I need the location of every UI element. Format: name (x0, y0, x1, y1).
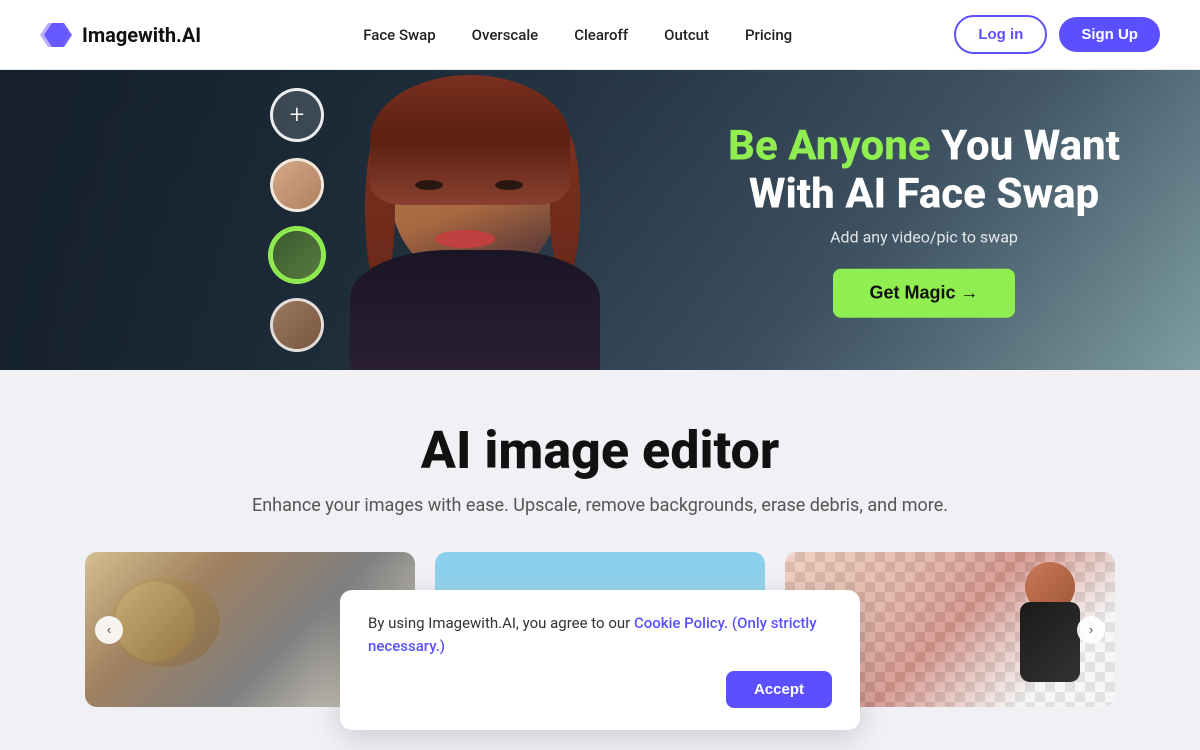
hero-content: Be Anyone You Want With AI Face Swap Add… (728, 123, 1120, 318)
card-next-person[interactable]: › (1077, 616, 1105, 644)
hero-lips (435, 230, 495, 248)
hero-cta-button[interactable]: Get Magic → (833, 268, 1014, 317)
brand-name: Imagewith.AI (82, 23, 201, 47)
hero-headline-line2: With AI Face Swap (749, 170, 1099, 219)
hero-woman-area (310, 70, 640, 370)
cookie-banner: By using Imagewith.AI, you agree to our … (340, 590, 860, 730)
hero-eye-left (415, 180, 443, 190)
nav-clearoff[interactable]: Clearoff (574, 26, 628, 44)
cookie-text: By using Imagewith.AI, you agree to our … (368, 612, 832, 657)
cookie-actions: Accept (368, 671, 832, 708)
avatar-3[interactable] (270, 298, 324, 352)
nav-overscale[interactable]: Overscale (472, 26, 539, 44)
nav-outcut[interactable]: Outcut (664, 26, 709, 44)
logo-icon (40, 19, 72, 51)
cookie-message: By using Imagewith.AI, you agree to our (368, 614, 634, 632)
section-subtitle: Enhance your images with ease. Upscale, … (250, 495, 950, 516)
hero-headline-highlight: Be Anyone (728, 122, 931, 171)
hero-body (350, 250, 600, 370)
hero-headline: Be Anyone You Want With AI Face Swap (728, 123, 1120, 220)
card-prev-lion[interactable]: ‹ (95, 616, 123, 644)
section-title: AI image editor (40, 420, 1160, 481)
nav-pricing[interactable]: Pricing (745, 26, 792, 44)
avatar-2[interactable] (270, 228, 324, 282)
avatar-1[interactable] (270, 158, 324, 212)
hero-hair-top (370, 75, 570, 205)
login-button[interactable]: Log in (954, 15, 1047, 54)
hero-headline-rest: You Want (931, 122, 1120, 171)
add-face-button[interactable]: + (270, 88, 324, 142)
hero-subtext: Add any video/pic to swap (728, 227, 1120, 246)
logo[interactable]: Imagewith.AI (40, 19, 201, 51)
cookie-accept-button[interactable]: Accept (726, 671, 832, 708)
avatar-panel: + (270, 70, 324, 370)
nav-buttons: Log in Sign Up (954, 15, 1160, 54)
nav-links: Face Swap Overscale Clearoff Outcut Pric… (363, 26, 792, 44)
hero-eye-right (495, 180, 523, 190)
navbar: Imagewith.AI Face Swap Overscale Clearof… (0, 0, 1200, 70)
signup-button[interactable]: Sign Up (1059, 17, 1160, 52)
nav-face-swap[interactable]: Face Swap (363, 26, 435, 44)
hero-section: + Be Anyone You Want With AI Face Swap A… (0, 70, 1200, 370)
